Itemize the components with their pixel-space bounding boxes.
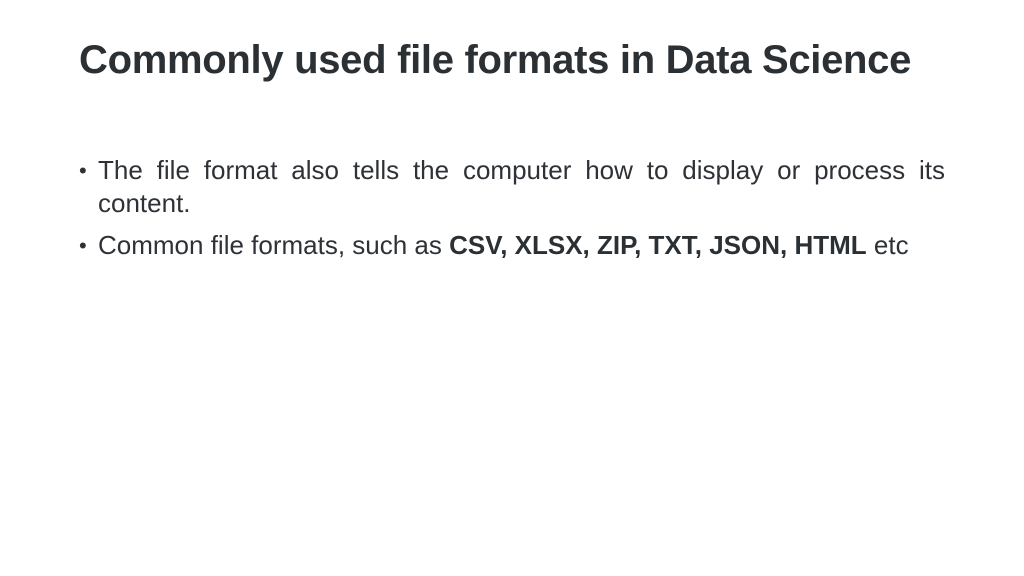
bullet-text-prefix: Common file formats, such as [98, 230, 450, 260]
bullet-icon: • [79, 233, 87, 258]
bullet-item: • Common file formats, such as CSV, XLSX… [79, 229, 945, 262]
bullet-text: The file format also tells the computer … [98, 155, 945, 218]
bullet-text: Common file formats, such as CSV, XLSX, … [98, 229, 945, 262]
bullet-item: • The file format also tells the compute… [79, 154, 945, 220]
bullet-text-suffix: etc [866, 230, 909, 260]
bullet-icon: • [79, 158, 87, 183]
slide-title: Commonly used file formats in Data Scien… [79, 38, 912, 82]
bullet-list: • The file format also tells the compute… [79, 154, 945, 271]
file-format-list: CSV, XLSX, ZIP, TXT, JSON, HTML [449, 230, 867, 260]
slide: Commonly used file formats in Data Scien… [0, 0, 1024, 576]
